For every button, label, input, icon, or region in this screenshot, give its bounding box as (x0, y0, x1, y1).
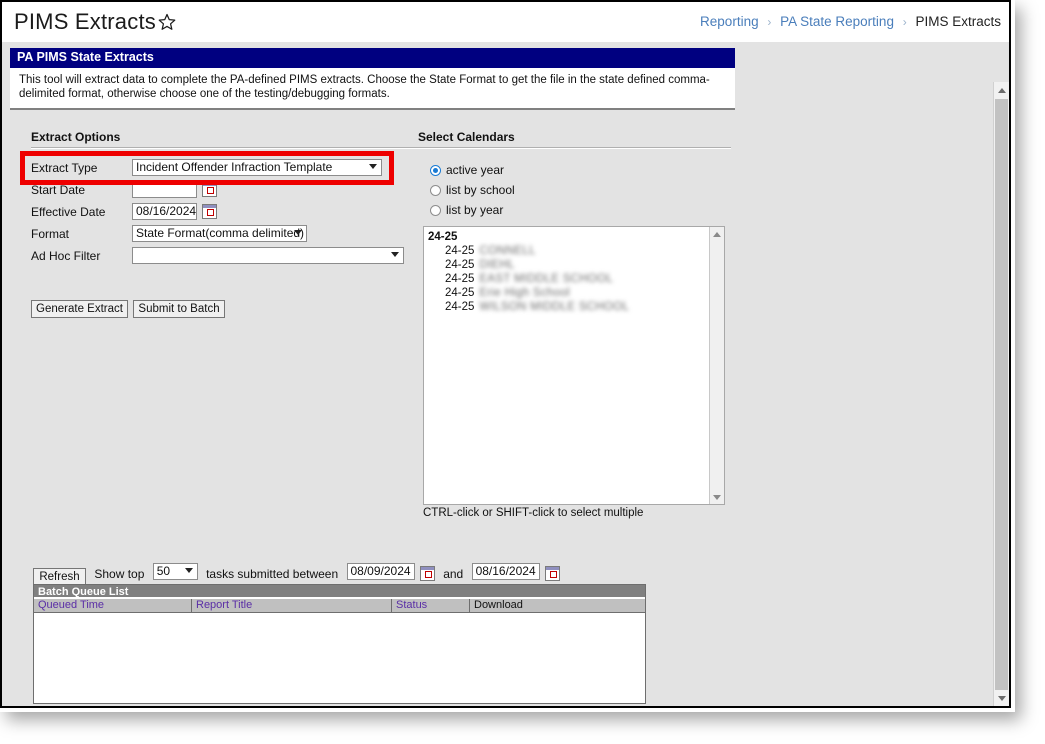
application-window: PIMS Extracts Reporting › PA State Repor… (0, 0, 1011, 708)
generate-extract-button[interactable]: Generate Extract (31, 300, 128, 318)
batch-from-date-calendar-icon[interactable] (419, 566, 435, 581)
ad-hoc-filter-label: Ad Hoc Filter (31, 249, 101, 263)
batch-to-date-input[interactable]: 08/16/2024 (471, 563, 540, 580)
calendar-item-name: DIEHL (479, 259, 515, 271)
column-header-status[interactable]: Status (392, 599, 470, 613)
extract-type-value: Incident Offender Infraction Template (136, 160, 333, 174)
start-date-label: Start Date (31, 183, 86, 197)
content-area: PA PIMS State Extracts This tool will ex… (2, 42, 1009, 706)
calendar-item-year: 24-25 (445, 273, 475, 285)
calendar-item-name: Erie High School (479, 287, 570, 299)
radio-list-by-school[interactable]: list by school (430, 183, 515, 197)
tasks-between-label: tasks submitted between (206, 567, 339, 581)
ad-hoc-filter-select[interactable] (132, 247, 404, 264)
page-scroll-down-icon[interactable] (994, 690, 1009, 706)
calendar-list-items: 24-25 24-25 CONNELL 24-25 DIEHL 24-25 EAST … (424, 227, 710, 504)
breadcrumb-item-current: PIMS Extracts (915, 14, 1001, 29)
start-date-calendar-icon[interactable] (202, 182, 217, 197)
calendar-list-scrollbar[interactable] (709, 227, 724, 504)
breadcrumb-item-reporting[interactable]: Reporting (700, 14, 759, 29)
batch-from-date-input[interactable]: 08/09/2024 (346, 563, 415, 580)
batch-queue-body (34, 613, 645, 703)
list-item[interactable]: 24-25 Erie High School (428, 286, 710, 300)
chevron-down-icon (369, 164, 377, 169)
calendar-item-year: 24-25 (445, 259, 475, 271)
radio-list-by-year[interactable]: list by year (430, 203, 503, 217)
favorite-star-icon[interactable] (157, 12, 177, 32)
batch-queue-title: Batch Queue List (34, 585, 645, 598)
batch-queue-header-row: Queued Time Report Title Status Download (34, 599, 645, 613)
list-item[interactable]: 24-25 DIEHL (428, 258, 710, 272)
calendar-item-year: 24-25 (445, 245, 475, 257)
chevron-down-icon (294, 230, 302, 235)
extract-type-label: Extract Type (31, 161, 98, 175)
show-top-value: 50 (156, 564, 171, 578)
batch-to-date-calendar-icon[interactable] (544, 566, 560, 581)
show-top-select[interactable]: 50 (152, 563, 198, 580)
chevron-down-icon (184, 568, 193, 573)
format-value: State Format(comma delimited) (136, 226, 305, 240)
start-date-input[interactable] (132, 181, 197, 198)
radio-active-year-label: active year (446, 163, 505, 177)
breadcrumb: Reporting › PA State Reporting › PIMS Ex… (700, 14, 1001, 29)
calendar-item-name: CONNELL (479, 245, 536, 257)
extract-type-select[interactable]: Incident Offender Infraction Template (132, 159, 382, 176)
list-item[interactable]: 24-25 EAST MIDDLE SCHOOL (428, 272, 710, 286)
list-item[interactable]: 24-25 CONNELL (428, 244, 710, 258)
title-bar: PIMS Extracts Reporting › PA State Repor… (2, 2, 1009, 42)
panel-header: PA PIMS State Extracts (10, 48, 735, 68)
breadcrumb-separator-1: › (767, 15, 772, 29)
calendar-item-name: WILSON MIDDLE SCHOOL (479, 301, 630, 313)
calendar-item-year: 24-25 (445, 287, 475, 299)
calendar-item-name: EAST MIDDLE SCHOOL (479, 273, 614, 285)
column-header-download: Download (474, 599, 523, 611)
submit-to-batch-button[interactable]: Submit to Batch (133, 300, 225, 318)
calendar-listbox[interactable]: 24-25 24-25 CONNELL 24-25 DIEHL 24-25 EAST … (423, 226, 725, 505)
page-scroll-up-icon[interactable] (994, 82, 1009, 98)
radio-list-by-school-control[interactable] (430, 185, 441, 196)
panel-description: This tool will extract data to complete … (10, 68, 735, 110)
effective-date-input[interactable]: 08/16/2024 (132, 203, 197, 220)
select-calendars-title: Select Calendars (418, 130, 515, 144)
radio-list-by-year-label: list by year (446, 203, 504, 217)
effective-date-calendar-icon[interactable] (202, 204, 217, 219)
format-label: Format (31, 227, 70, 241)
radio-list-by-school-label: list by school (446, 183, 515, 197)
radio-list-by-year-control[interactable] (430, 205, 441, 216)
calendar-group-label: 24-25 (428, 231, 458, 243)
calendar-item-year: 24-25 (445, 301, 475, 313)
format-select[interactable]: State Format(comma delimited) (132, 225, 307, 242)
page-scroll-thumb[interactable] (995, 99, 1008, 699)
and-label: and (443, 567, 464, 581)
page-title: PIMS Extracts (14, 9, 156, 34)
extract-options-title: Extract Options (31, 130, 121, 144)
column-header-queued-time[interactable]: Queued Time (34, 599, 192, 613)
effective-date-label: Effective Date (31, 205, 106, 219)
breadcrumb-separator-2: › (902, 15, 907, 29)
show-top-label: Show top (94, 567, 145, 581)
column-header-report-title[interactable]: Report Title (192, 599, 392, 613)
select-calendars-rule (418, 147, 731, 149)
page-scrollbar[interactable] (993, 82, 1009, 706)
calendar-multiselect-hint: CTRL-click or SHIFT-click to select mult… (423, 507, 644, 519)
radio-active-year[interactable]: active year (430, 163, 504, 177)
calendar-scroll-down-icon[interactable] (710, 490, 724, 504)
batch-controls-row: Refresh Show top 50 tasks submitted betw… (33, 561, 560, 586)
list-item[interactable]: 24-25 WILSON MIDDLE SCHOOL (428, 300, 710, 314)
breadcrumb-item-pa-state-reporting[interactable]: PA State Reporting (780, 14, 894, 29)
chevron-down-icon (391, 252, 399, 257)
calendar-scroll-up-icon[interactable] (710, 227, 724, 241)
batch-queue-table: Batch Queue List Queued Time Report Titl… (33, 584, 646, 704)
radio-active-year-control[interactable] (430, 165, 441, 176)
